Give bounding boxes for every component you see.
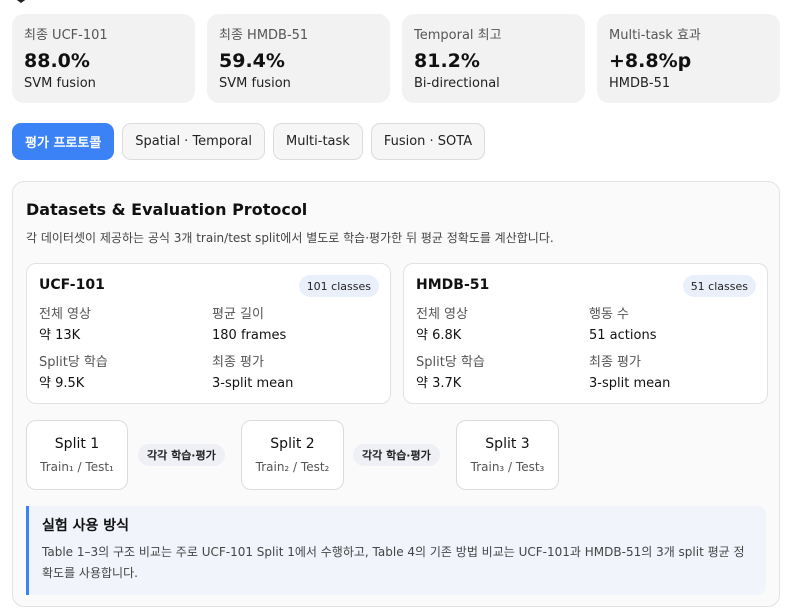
tab-evaluation-protocol[interactable]: 평가 프로토콜 [12,123,115,160]
stat-card-hmdb51: 최종 HMDB-51 59.4% SVM fusion [207,14,390,103]
stat-label: Multi-task 효과 [609,28,701,43]
stat-value: 88.0% [24,50,90,72]
dataset-stat: Split당 학습 약 3.7K [416,354,589,393]
split-title: Split 2 [270,436,315,452]
stat-sub: HMDB-51 [609,76,671,91]
tab-bar: 평가 프로토콜 Spatial · Temporal Multi-task Fu… [12,123,486,161]
dataset-card-ucf101: UCF-101 101 classes 전체 영상 약 13K 평균 길이 18… [26,263,391,404]
split-connector-chip: 각각 학습·평가 [138,444,225,466]
app-logo-icon [16,0,26,3]
dataset-card-hmdb51: HMDB-51 51 classes 전체 영상 약 6.8K 행동 수 51 … [403,263,768,404]
split-subtitle: Train₁ / Test₁ [40,460,114,474]
stat-label: 최종 UCF-101 [24,28,108,43]
split-subtitle: Train₂ / Test₂ [255,460,330,474]
dataset-name: HMDB-51 [416,277,490,293]
tab-fusion-sota[interactable]: Fusion · SOTA [370,123,486,160]
split-card-1: Split 1 Train₁ / Test₁ [26,420,128,490]
dataset-stat: Split당 학습 약 9.5K [39,354,212,393]
stat-sub: SVM fusion [219,76,291,91]
split-title: Split 3 [485,436,530,452]
dataset-stat-value: 약 3.7K [416,376,462,391]
dataset-stat-label: 최종 평가 [589,355,641,370]
dataset-stat-value: 3-split mean [212,376,294,391]
dataset-stat: 평균 길이 180 frames [212,306,379,345]
dataset-stat-value: 약 9.5K [39,376,85,391]
class-count-badge: 101 classes [298,275,379,297]
stat-value: 81.2% [414,50,480,72]
dataset-name: UCF-101 [39,277,105,293]
panel-description: 각 데이터셋이 제공하는 공식 3개 train/test split에서 별도… [26,231,554,245]
dataset-stat-label: Split당 학습 [39,355,108,370]
tab-spatial-temporal[interactable]: Spatial · Temporal [122,123,265,160]
note-body: Table 1–3의 구조 비교는 주로 UCF-101 Split 1에서 수… [42,545,745,580]
stat-sub: SVM fusion [24,76,96,91]
dataset-stat-label: 전체 영상 [39,307,91,322]
tab-multi-task[interactable]: Multi-task [272,123,363,160]
dataset-stat-value: 180 frames [212,328,287,343]
note-title: 실험 사용 방식 [42,518,130,534]
split-connector-chip: 각각 학습·평가 [353,444,440,466]
stat-sub: Bi-directional [414,76,500,91]
dataset-stat-value: 약 13K [39,328,81,343]
stat-value: 59.4% [219,50,285,72]
protocol-panel: Datasets & Evaluation Protocol 각 데이터셋이 제… [12,181,780,607]
stat-label: 최종 HMDB-51 [219,28,309,43]
dataset-stat-value: 51 actions [589,328,657,343]
panel-title: Datasets & Evaluation Protocol [26,200,308,219]
dataset-stat: 최종 평가 3-split mean [589,354,756,393]
stat-card-temporal: Temporal 최고 81.2% Bi-directional [402,14,585,103]
dataset-stat: 전체 영상 약 6.8K [416,306,589,345]
stat-label: Temporal 최고 [414,28,502,43]
usage-note: 실험 사용 방식 Table 1–3의 구조 비교는 주로 UCF-101 Sp… [26,506,766,595]
stats-row: 최종 UCF-101 88.0% SVM fusion 최종 HMDB-51 5… [12,14,780,103]
dataset-stat-value: 약 6.8K [416,328,462,343]
dataset-stat-label: 평균 길이 [212,307,264,322]
split-subtitle: Train₃ / Test₃ [470,460,545,474]
split-card-3: Split 3 Train₃ / Test₃ [456,420,559,490]
dataset-stats-grid: 전체 영상 약 13K 평균 길이 180 frames Split당 학습 약… [39,306,379,393]
split-title: Split 1 [54,436,100,452]
dataset-stat-label: Split당 학습 [416,355,485,370]
dataset-stat-label: 행동 수 [589,307,630,322]
dataset-stats-grid: 전체 영상 약 6.8K 행동 수 51 actions Split당 학습 약… [416,306,756,393]
split-card-2: Split 2 Train₂ / Test₂ [241,420,344,490]
dataset-stat-label: 최종 평가 [212,355,264,370]
stat-card-multitask: Multi-task 효과 +8.8%p HMDB-51 [597,14,780,103]
stat-card-ucf101: 최종 UCF-101 88.0% SVM fusion [12,14,195,103]
dataset-stat: 최종 평가 3-split mean [212,354,379,393]
class-count-badge: 51 classes [682,275,756,297]
dataset-stat-value: 3-split mean [589,376,671,391]
dataset-stat: 행동 수 51 actions [589,306,756,345]
dataset-stat: 전체 영상 약 13K [39,306,212,345]
stat-value: +8.8%p [609,50,692,72]
dataset-stat-label: 전체 영상 [416,307,468,322]
